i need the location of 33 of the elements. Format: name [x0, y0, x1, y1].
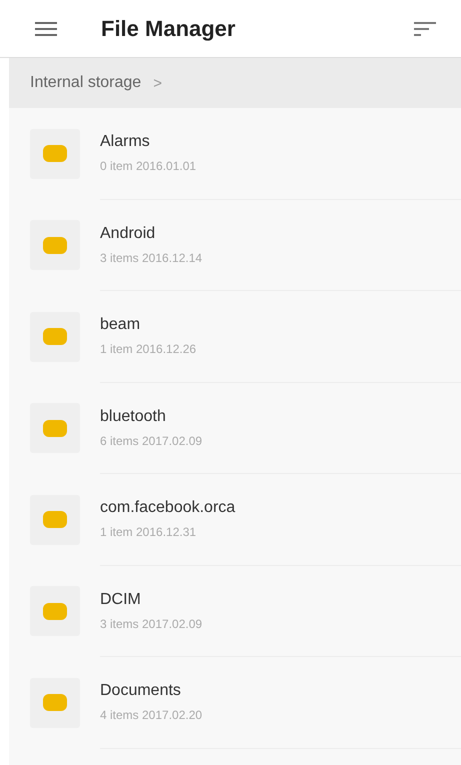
folder-details: 1 item 2016.12.26 — [100, 342, 198, 356]
folder-icon — [30, 678, 80, 728]
folder-details: 6 items 2017.02.09 — [100, 434, 204, 448]
folder-name: bluetooth — [100, 408, 167, 426]
folder-icon — [30, 220, 80, 270]
folder-name: beam — [100, 316, 142, 334]
folder-details: 1 item 2016.12.31 — [100, 525, 198, 540]
folder-icon — [30, 312, 80, 362]
folder-name: Documents — [100, 682, 182, 700]
breadcrumb-separator: > — [153, 74, 162, 92]
folder-row[interactable]: Documents 4 items 2017.02.20 — [9, 657, 461, 748]
breadcrumb-item[interactable]: Internal storage — [30, 74, 142, 92]
folder-row[interactable]: Android 3 items 2016.12.14 — [9, 200, 461, 291]
folder-icon — [30, 586, 80, 636]
folder-row[interactable]: Alarms 0 item 2016.01.01 — [9, 108, 461, 200]
folder-name: Alarms — [100, 133, 151, 152]
app-title: File Manager — [101, 16, 236, 42]
menu-icon[interactable] — [35, 20, 57, 36]
folder-details: 3 items 2017.02.09 — [100, 616, 204, 631]
folder-details: 3 items 2016.12.14 — [100, 250, 204, 265]
sort-icon[interactable] — [414, 20, 436, 36]
folder-row[interactable]: DCIM 3 items 2017.02.09 — [9, 566, 461, 657]
folder-name: DCIM — [100, 590, 142, 609]
folder-icon — [30, 403, 80, 454]
folder-icon — [30, 494, 80, 545]
folder-name: Android — [100, 224, 156, 243]
folder-icon — [30, 128, 80, 179]
folder-details: 0 item 2016.01.01 — [100, 159, 198, 174]
folder-row[interactable]: bluetooth 6 items 2017.02.09 — [9, 382, 461, 474]
folder-name: com.facebook.orca — [100, 499, 236, 518]
folder-details: 4 items 2017.02.20 — [100, 708, 204, 722]
folder-row[interactable]: com.facebook.orca 1 item 2016.12.31 — [9, 474, 461, 566]
folder-row[interactable]: beam 1 item 2016.12.26 — [9, 291, 461, 382]
